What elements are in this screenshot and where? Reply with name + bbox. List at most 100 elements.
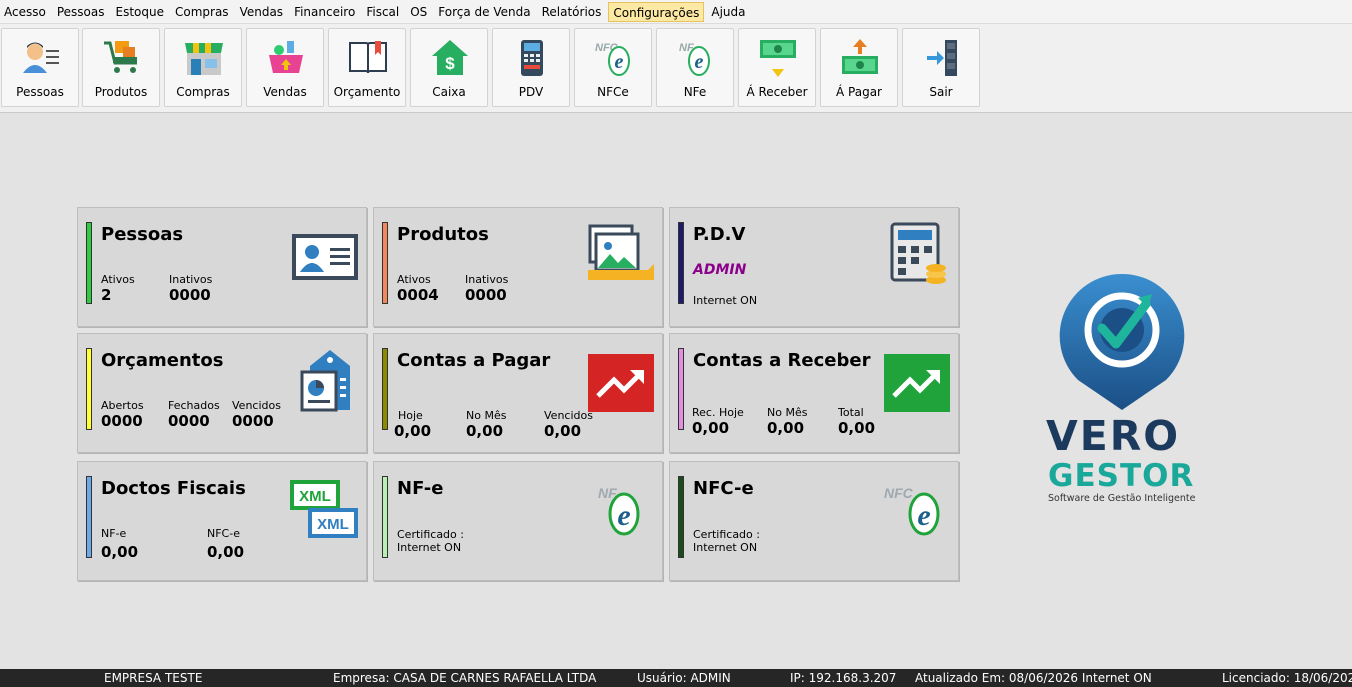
toolbar-pdv-button[interactable]: PDV [492, 28, 570, 107]
card-nfe[interactable]: NF-e NF e Certificado : Internet ON [373, 461, 663, 581]
nfce-value: 0,00 [207, 543, 245, 561]
vencidos-value: 0000 [232, 412, 274, 430]
toolbar-compras-button[interactable]: Compras [164, 28, 242, 107]
vencidos-label: Vencidos [232, 399, 281, 412]
card-title: Pessoas [101, 224, 184, 245]
total-label: Total [838, 406, 864, 419]
nfe-label: NF-e [101, 527, 127, 540]
ativos-value: 0004 [397, 286, 439, 304]
vencidos-value: 0,00 [544, 422, 582, 440]
store-icon [185, 43, 223, 75]
card-title: Contas a Pagar [397, 350, 551, 371]
menu-acesso[interactable]: Acesso [0, 2, 50, 22]
toolbar-produtos-button[interactable]: Produtos [82, 28, 160, 107]
book-icon [349, 41, 387, 74]
pdv-user: ADMIN [693, 262, 747, 278]
no-mes-label: No Mês [466, 409, 507, 422]
status-ip: IP: 192.168.3.207 [790, 671, 897, 685]
rec-hoje-label: Rec. Hoje [692, 406, 744, 419]
card-orcamentos[interactable]: Orçamentos Abertos 0000 Fechados 0000 Ve… [77, 333, 367, 453]
menu-fiscal[interactable]: Fiscal [362, 2, 403, 22]
internet-status: Internet ON [693, 541, 758, 554]
menu-estoque[interactable]: Estoque [111, 2, 168, 22]
pdv-internet-status: Internet ON [693, 294, 758, 307]
toolbar-nfce-label: NFCe [597, 85, 629, 99]
no-mes-value: 0,00 [466, 422, 504, 440]
card-title: Produtos [397, 224, 489, 245]
money-pay-icon [842, 39, 878, 74]
logo-pin-check-icon [1059, 273, 1185, 410]
menu-compras[interactable]: Compras [171, 2, 233, 22]
person-card-icon [23, 42, 59, 73]
toolbar-sair-button[interactable]: Sair [902, 28, 980, 107]
card-produtos[interactable]: Produtos Ativos 0004 Inativos 0000 [373, 207, 663, 327]
toolbar-vendas-button[interactable]: Vendas [246, 28, 324, 107]
svg-text:XML: XML [299, 488, 331, 505]
trend-up-red-icon [588, 354, 654, 412]
card-title: NFC-e [693, 478, 754, 499]
report-tag-icon [300, 350, 350, 412]
toolbar-vendas-label: Vendas [263, 85, 307, 99]
svg-text:e: e [617, 499, 630, 532]
toolbar-a-receber-button[interactable]: Á Receber [738, 28, 816, 107]
vencidos-label: Vencidos [544, 409, 593, 422]
status-empresa: Empresa: CASA DE CARNES RAFAELLA LTDA [333, 671, 597, 685]
status-atualizado: Atualizado Em: 08/06/2026 Internet ON [915, 671, 1152, 685]
id-card-icon [292, 234, 358, 280]
trend-up-green-icon [884, 354, 950, 412]
toolbar-orcamento-button[interactable]: Orçamento [328, 28, 406, 107]
status-empresa-teste: EMPRESA TESTE [104, 671, 203, 685]
card-title: Orçamentos [101, 350, 224, 371]
toolbar-orcamento-label: Orçamento [333, 85, 401, 99]
nfce-logo-icon: NFC e [595, 42, 630, 76]
menu-vendas[interactable]: Vendas [236, 2, 288, 22]
card-doctos-fiscais[interactable]: Doctos Fiscais XML XML NF-e 0,00 NFC-e 0… [77, 461, 367, 581]
nfe-logo-icon: NF e [679, 42, 710, 76]
no-mes-label: No Mês [767, 406, 808, 419]
toolbar-nfce-button[interactable]: NFC e NFCe [574, 28, 652, 107]
ativos-label: Ativos [397, 273, 431, 286]
toolbar-pdv-label: PDV [518, 85, 544, 99]
shopping-cart-icon [104, 41, 137, 73]
fechados-value: 0000 [168, 412, 210, 430]
ativos-label: Ativos [101, 273, 135, 286]
menu-bar: Acesso Pessoas Estoque Compras Vendas Fi… [0, 0, 1352, 24]
toolbar-caixa-button[interactable]: $ Caixa [410, 28, 488, 107]
menu-os[interactable]: OS [406, 2, 431, 22]
xml-files-icon: XML XML [290, 480, 358, 538]
nfe-value: 0,00 [101, 543, 139, 561]
menu-pessoas[interactable]: Pessoas [53, 2, 109, 22]
toolbar-pessoas-button[interactable]: Pessoas [1, 28, 79, 107]
card-accent-bar [382, 222, 388, 304]
logo-gestor: GESTOR [1048, 458, 1195, 494]
card-accent-bar [86, 348, 92, 430]
card-title: P.D.V [693, 224, 746, 245]
menu-forca-de-venda[interactable]: Força de Venda [434, 2, 534, 22]
toolbar-nfe-button[interactable]: NF e NFe [656, 28, 734, 107]
card-contas-pagar[interactable]: Contas a Pagar Hoje 0,00 No Mês 0,00 Ven… [373, 333, 663, 453]
card-accent-bar [382, 348, 388, 430]
toolbar-a-pagar-button[interactable]: Á Pagar [820, 28, 898, 107]
calculator-coins-icon [890, 222, 946, 284]
menu-financeiro[interactable]: Financeiro [290, 2, 359, 22]
card-title: Doctos Fiscais [101, 478, 246, 499]
menu-ajuda[interactable]: Ajuda [707, 2, 749, 22]
inativos-value: 0000 [465, 286, 507, 304]
total-value: 0,00 [838, 419, 876, 437]
menu-configuracoes[interactable]: Configurações [608, 1, 705, 22]
card-pdv[interactable]: P.D.V ADMIN Internet ON [669, 207, 959, 327]
inativos-label: Inativos [465, 273, 509, 286]
card-nfce[interactable]: NFC-e NFC e Certificado : Internet ON [669, 461, 959, 581]
card-pessoas[interactable]: Pessoas Ativos 2 Inativos 0000 [77, 207, 367, 327]
card-contas-receber[interactable]: Contas a Receber Rec. Hoje 0,00 No Mês 0… [669, 333, 959, 453]
svg-text:$: $ [445, 54, 455, 73]
toolbar: Pessoas Produtos Compras Vendas Orçament… [0, 24, 1352, 113]
internet-status: Internet ON [397, 541, 462, 554]
logo-tagline: Software de Gestão Inteligente [1048, 493, 1196, 504]
menu-relatorios[interactable]: Relatórios [538, 2, 606, 22]
logo-vero: VERO [1046, 412, 1181, 460]
svg-text:XML: XML [317, 516, 349, 533]
vero-gestor-logo: VERO GESTOR Software de Gestão Inteligen… [1030, 270, 1220, 510]
toolbar-nfe-label: NFe [683, 85, 707, 99]
hoje-label: Hoje [398, 409, 423, 422]
